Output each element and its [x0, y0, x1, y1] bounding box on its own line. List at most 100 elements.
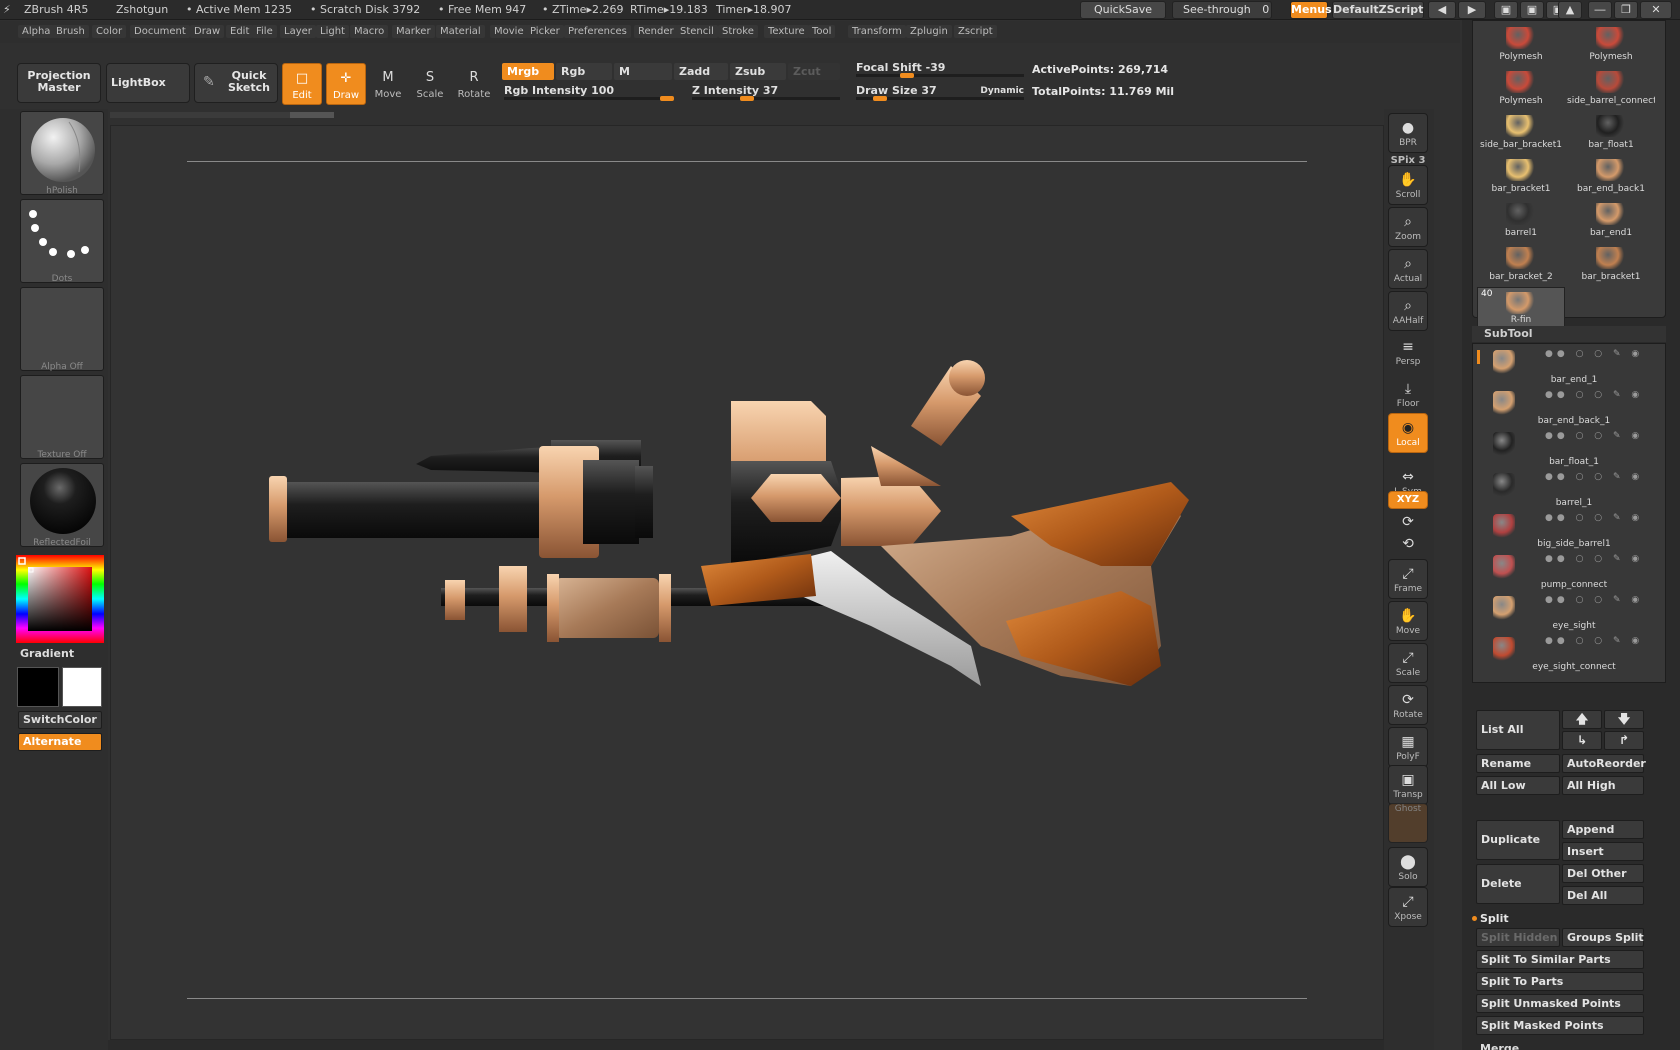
- duplicate-button[interactable]: Duplicate: [1476, 820, 1560, 860]
- solo-button[interactable]: ⬤ Solo: [1388, 847, 1428, 887]
- menu-stroke[interactable]: Stroke: [718, 25, 758, 38]
- move-up-icon[interactable]: 🡅: [1562, 710, 1602, 729]
- gradient-label[interactable]: Gradient: [20, 647, 74, 660]
- lock-icon[interactable]: ▲: [1558, 1, 1582, 19]
- menu-marker[interactable]: Marker: [392, 25, 435, 38]
- move-mode-button[interactable]: M Move: [368, 63, 408, 105]
- menu-draw[interactable]: Draw: [190, 25, 225, 38]
- groups-split-button[interactable]: Groups Split: [1562, 928, 1644, 947]
- tool-thumbnail[interactable]: bar_bracket1: [1477, 155, 1565, 195]
- secondary-color-swatch[interactable]: [62, 667, 102, 707]
- draw-size-slider[interactable]: Draw Size 37 Dynamic: [856, 84, 1024, 101]
- tool-thumbnail[interactable]: bar_float1: [1567, 111, 1655, 151]
- rotate-y-button[interactable]: ⟳: [1388, 513, 1428, 533]
- edit-mode-button[interactable]: □ Edit: [282, 63, 322, 105]
- polyf-button[interactable]: ▦ PolyF: [1388, 727, 1428, 767]
- texture-selector[interactable]: Texture Off: [20, 375, 104, 460]
- persp-button[interactable]: ≡ Persp: [1388, 333, 1428, 373]
- quick-sketch-button[interactable]: ✎ Quick Sketch: [194, 63, 278, 103]
- append-button[interactable]: Append: [1562, 820, 1644, 839]
- subtool-item[interactable]: ●● ○ ○ ✎ ◉ bar_float_1: [1489, 428, 1659, 469]
- move-button[interactable]: ✋ Move: [1388, 601, 1428, 641]
- list-all-button[interactable]: List All: [1476, 710, 1560, 750]
- menu-render[interactable]: Render: [634, 25, 678, 38]
- subtool-item[interactable]: ●● ○ ○ ✎ ◉ barrel_1: [1489, 469, 1659, 510]
- focal-shift-slider[interactable]: Focal Shift -39: [856, 61, 1024, 78]
- shelf-scrollbar[interactable]: [110, 112, 334, 118]
- floor-button[interactable]: ⤓ Floor: [1388, 375, 1428, 415]
- insert-button[interactable]: Insert: [1562, 842, 1644, 861]
- restore-icon[interactable]: ❐: [1614, 1, 1638, 19]
- subtool-controls[interactable]: ●● ○ ○ ✎ ◉: [1545, 472, 1643, 482]
- menu-alpha[interactable]: Alpha: [18, 25, 55, 38]
- tool-thumbnail[interactable]: Polymesh: [1567, 23, 1655, 63]
- alternate-button[interactable]: Alternate: [18, 733, 102, 751]
- subtool-item[interactable]: ●● ○ ○ ✎ ◉ pump_connect: [1489, 551, 1659, 592]
- subtool-controls[interactable]: ●● ○ ○ ✎ ◉: [1545, 431, 1643, 441]
- split-unmasked-button[interactable]: Split Unmasked Points: [1476, 994, 1644, 1013]
- alpha-selector[interactable]: Alpha Off: [20, 287, 104, 372]
- rgb-intensity-slider[interactable]: Rgb Intensity 100: [504, 84, 674, 101]
- default-zscript-button[interactable]: DefaultZScript: [1332, 1, 1424, 19]
- draw-mode-button[interactable]: ✛ Draw: [326, 63, 366, 105]
- menus-button[interactable]: Menus: [1290, 1, 1332, 19]
- subtool-item[interactable]: ●● ○ ○ ✎ ◉ bar_end_1: [1489, 346, 1659, 387]
- material-selector[interactable]: ReflectedFoil: [20, 463, 104, 548]
- layout-2-icon[interactable]: ▣: [1520, 1, 1544, 19]
- shotgun-3d-model[interactable]: [111, 126, 1385, 1041]
- rgb-button[interactable]: Rgb: [556, 63, 612, 80]
- move-to-bottom-icon[interactable]: ↱: [1604, 731, 1644, 750]
- all-low-button[interactable]: All Low: [1476, 776, 1560, 795]
- menu-preferences[interactable]: Preferences: [564, 25, 631, 38]
- lightbox-button[interactable]: LightBox: [106, 63, 190, 103]
- tool-thumbnail[interactable]: side_barrel_connect: [1567, 67, 1655, 107]
- m-button[interactable]: M: [614, 63, 672, 80]
- rotate-button[interactable]: ⟳ Rotate: [1388, 685, 1428, 725]
- subtool-controls[interactable]: ●● ○ ○ ✎ ◉: [1545, 390, 1643, 400]
- subtool-controls[interactable]: ●● ○ ○ ✎ ◉: [1545, 349, 1643, 359]
- scale-button[interactable]: ⤢ Scale: [1388, 643, 1428, 683]
- split-to-parts-button[interactable]: Split To Parts: [1476, 972, 1644, 991]
- menu-picker[interactable]: Picker: [526, 25, 564, 38]
- menu-transform[interactable]: Transform: [848, 25, 906, 38]
- zcut-button[interactable]: Zcut: [788, 63, 840, 80]
- menu-light[interactable]: Light: [316, 25, 349, 38]
- subtool-scroll-indicator[interactable]: [1477, 350, 1480, 364]
- menu-document[interactable]: Document: [130, 25, 190, 38]
- menu-edit[interactable]: Edit: [226, 25, 254, 38]
- local-button[interactable]: ◉ Local: [1388, 413, 1428, 453]
- dynamic-toggle[interactable]: Dynamic: [980, 84, 1024, 98]
- palette-right-icon[interactable]: ▶: [1458, 1, 1486, 19]
- projection-master-button[interactable]: Projection Master: [17, 63, 101, 103]
- rename-button[interactable]: Rename: [1476, 754, 1560, 773]
- move-down-icon[interactable]: 🡇: [1604, 710, 1644, 729]
- close-icon[interactable]: ✕: [1640, 1, 1672, 19]
- menu-color[interactable]: Color: [92, 25, 127, 38]
- tool-thumbnail[interactable]: bar_end1: [1567, 199, 1655, 239]
- zsub-button[interactable]: Zsub: [730, 63, 786, 80]
- mrgb-button[interactable]: Mrgb: [502, 63, 554, 80]
- autoreorder-button[interactable]: AutoReorder: [1562, 754, 1646, 773]
- subtool-header[interactable]: SubTool: [1472, 326, 1666, 342]
- subtool-item[interactable]: ●● ○ ○ ✎ ◉ eye_sight_connect: [1489, 633, 1659, 674]
- xpose-button[interactable]: ⤢ Xpose: [1388, 887, 1428, 927]
- switch-color-button[interactable]: SwitchColor: [18, 711, 102, 729]
- tool-thumbnail[interactable]: 40 R-fin: [1477, 287, 1565, 327]
- rotate-z-button[interactable]: ⟲: [1388, 535, 1428, 555]
- subtool-controls[interactable]: ●● ○ ○ ✎ ◉: [1545, 636, 1643, 646]
- menu-brush[interactable]: Brush: [52, 25, 89, 38]
- color-picker[interactable]: [16, 555, 104, 643]
- bottom-tray-handle[interactable]: [108, 1040, 1384, 1050]
- tool-thumbnail[interactable]: bar_bracket_2: [1477, 243, 1565, 283]
- main-color-swatch[interactable]: [17, 667, 59, 707]
- menu-texture[interactable]: Texture: [764, 25, 809, 38]
- subtool-item[interactable]: ●● ○ ○ ✎ ◉ eye_sight: [1489, 592, 1659, 633]
- subtool-controls[interactable]: ●● ○ ○ ✎ ◉: [1545, 554, 1643, 564]
- menu-zscript[interactable]: Zscript: [954, 25, 997, 38]
- minimize-icon[interactable]: ―: [1588, 1, 1612, 19]
- ghost-button[interactable]: Ghost: [1388, 803, 1428, 843]
- all-high-button[interactable]: All High: [1562, 776, 1644, 795]
- tool-thumbnail[interactable]: Polymesh: [1477, 23, 1565, 63]
- split-hidden-button[interactable]: Split Hidden: [1476, 928, 1560, 947]
- split-section-label[interactable]: Split: [1480, 912, 1509, 925]
